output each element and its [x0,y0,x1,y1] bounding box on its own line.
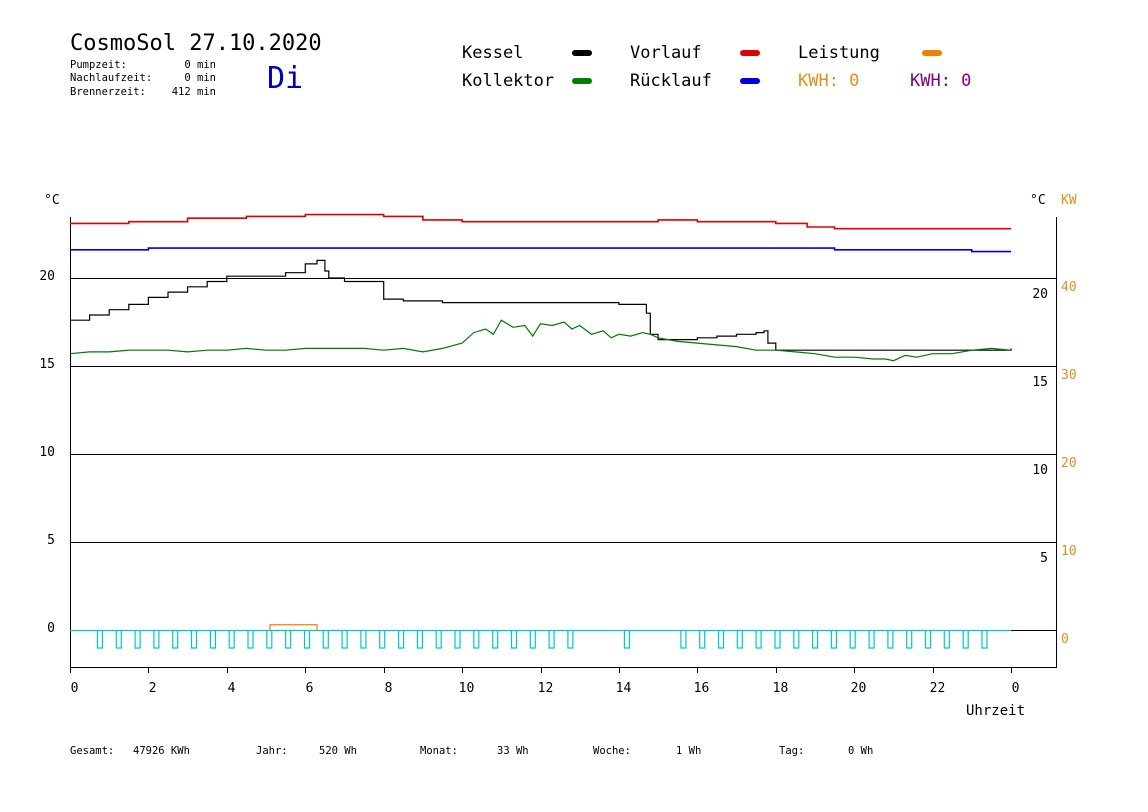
x-ticks: 0 2 4 6 8 10 12 14 16 18 20 22 0 [70,667,1020,696]
series-layer [69,213,1012,630]
y-right-unit: °C [1030,193,1046,208]
y-left-tick-label: 20 [39,269,55,284]
x-tick-label: 10 [459,681,475,696]
legend: Kessel Vorlauf Leistung Kollektor Rückla… [462,43,971,91]
kwh-purple: KWH: 0 [910,71,971,91]
legend-ruecklauf-swatch [740,78,760,84]
x-tick-label: 12 [538,681,554,696]
y-right-kw-unit: KW [1061,193,1077,208]
legend-vorlauf-label: Vorlauf [630,43,702,63]
runtime-stats: Pumpzeit: 0 min Nachlaufzeit: 0 min Bren… [70,59,216,98]
y-kw-tick-label: 0 [1061,632,1069,647]
plot-frame [70,217,1057,668]
gridlines [70,278,1057,631]
x-tick-label: 18 [773,681,789,696]
chart-title: CosmoSol 27.10.2020 [70,31,322,56]
y-right-ticks: 5 10 15 20 [1032,287,1048,566]
y-right-tick-label: 5 [1040,551,1048,566]
weekday-label: Di [267,61,303,96]
series-ruecklauf-line [70,247,1011,253]
legend-kessel-swatch [572,50,592,56]
stat-pumpzeit-label: Pumpzeit: [70,59,127,71]
footer-jahr-value: 520 Wh [319,745,357,757]
stat-nachlaufzeit-value: 0 min [184,72,216,84]
series-kollektor-line [69,319,1012,362]
footer-tag-label: Tag: [779,745,804,757]
y-left-tick-label: 0 [47,621,55,636]
stat-nachlaufzeit-label: Nachlaufzeit: [70,72,152,84]
x-tick-label: 8 [385,681,393,696]
y-kw-tick-label: 40 [1061,280,1077,295]
y-left-tick-label: 10 [39,445,55,460]
y-left-tick-label: 5 [47,533,55,548]
x-tick-label: 2 [149,681,157,696]
series-leistung-line [269,624,318,630]
legend-leistung-swatch [922,50,942,56]
kwh-orange: KWH: 0 [798,71,859,91]
y-kw-tick-label: 30 [1061,368,1077,383]
legend-kollektor-swatch [572,78,592,84]
legend-leistung-label: Leistung [798,43,880,63]
x-tick-label: 16 [694,681,710,696]
legend-kessel-label: Kessel [462,43,523,63]
x-tick-label: 22 [930,681,946,696]
stat-pumpzeit-value: 0 min [184,59,216,71]
legend-kollektor-label: Kollektor [462,71,554,91]
y-left-ticks: 0 5 10 15 20 [39,269,55,636]
x-axis-label: Uhrzeit [966,703,1025,719]
footer-woche-value: 1 Wh [676,745,701,757]
footer-woche-label: Woche: [593,745,631,757]
footer-monat-value: 33 Wh [497,745,529,757]
legend-ruecklauf-label: Rücklauf [630,71,712,91]
y-kw-tick-label: 20 [1061,456,1077,471]
footer-gesamt-value: 47926 KWh [133,745,190,757]
temperature-chart: CosmoSol 27.10.2020 Pumpzeit: 0 min Nach… [39,31,1077,757]
y-left-unit: °C [44,193,60,208]
footer-totals: Gesamt: 47926 KWh Jahr: 520 Wh Monat: 33… [70,745,873,757]
footer-monat-label: Monat: [420,745,458,757]
footer-jahr-label: Jahr: [256,745,288,757]
series-vorlauf-line [70,213,1011,230]
legend-vorlauf-swatch [740,50,760,56]
x-tick-label: 6 [306,681,314,696]
stat-brennerzeit-value: 412 min [172,86,216,98]
x-tick-label: 20 [851,681,867,696]
y-right-tick-label: 15 [1032,375,1048,390]
footer-tag-value: 0 Wh [848,745,873,757]
series-kessel-line [70,259,1012,351]
footer-gesamt-label: Gesamt: [70,745,114,757]
stat-brennerzeit-label: Brennerzeit: [70,86,146,98]
pump-activity-line [70,629,1011,649]
x-tick-label: 14 [616,681,632,696]
y-kw-ticks: 0 10 20 30 40 [1061,280,1077,647]
x-tick-label: 0 [71,681,79,696]
y-right-tick-label: 10 [1032,463,1048,478]
x-tick-label: 4 [228,681,236,696]
x-tick-label: 0 [1012,681,1020,696]
y-left-tick-label: 15 [39,357,55,372]
pump-indicator [70,629,1011,649]
y-right-tick-label: 20 [1032,287,1048,302]
y-kw-tick-label: 10 [1061,544,1077,559]
